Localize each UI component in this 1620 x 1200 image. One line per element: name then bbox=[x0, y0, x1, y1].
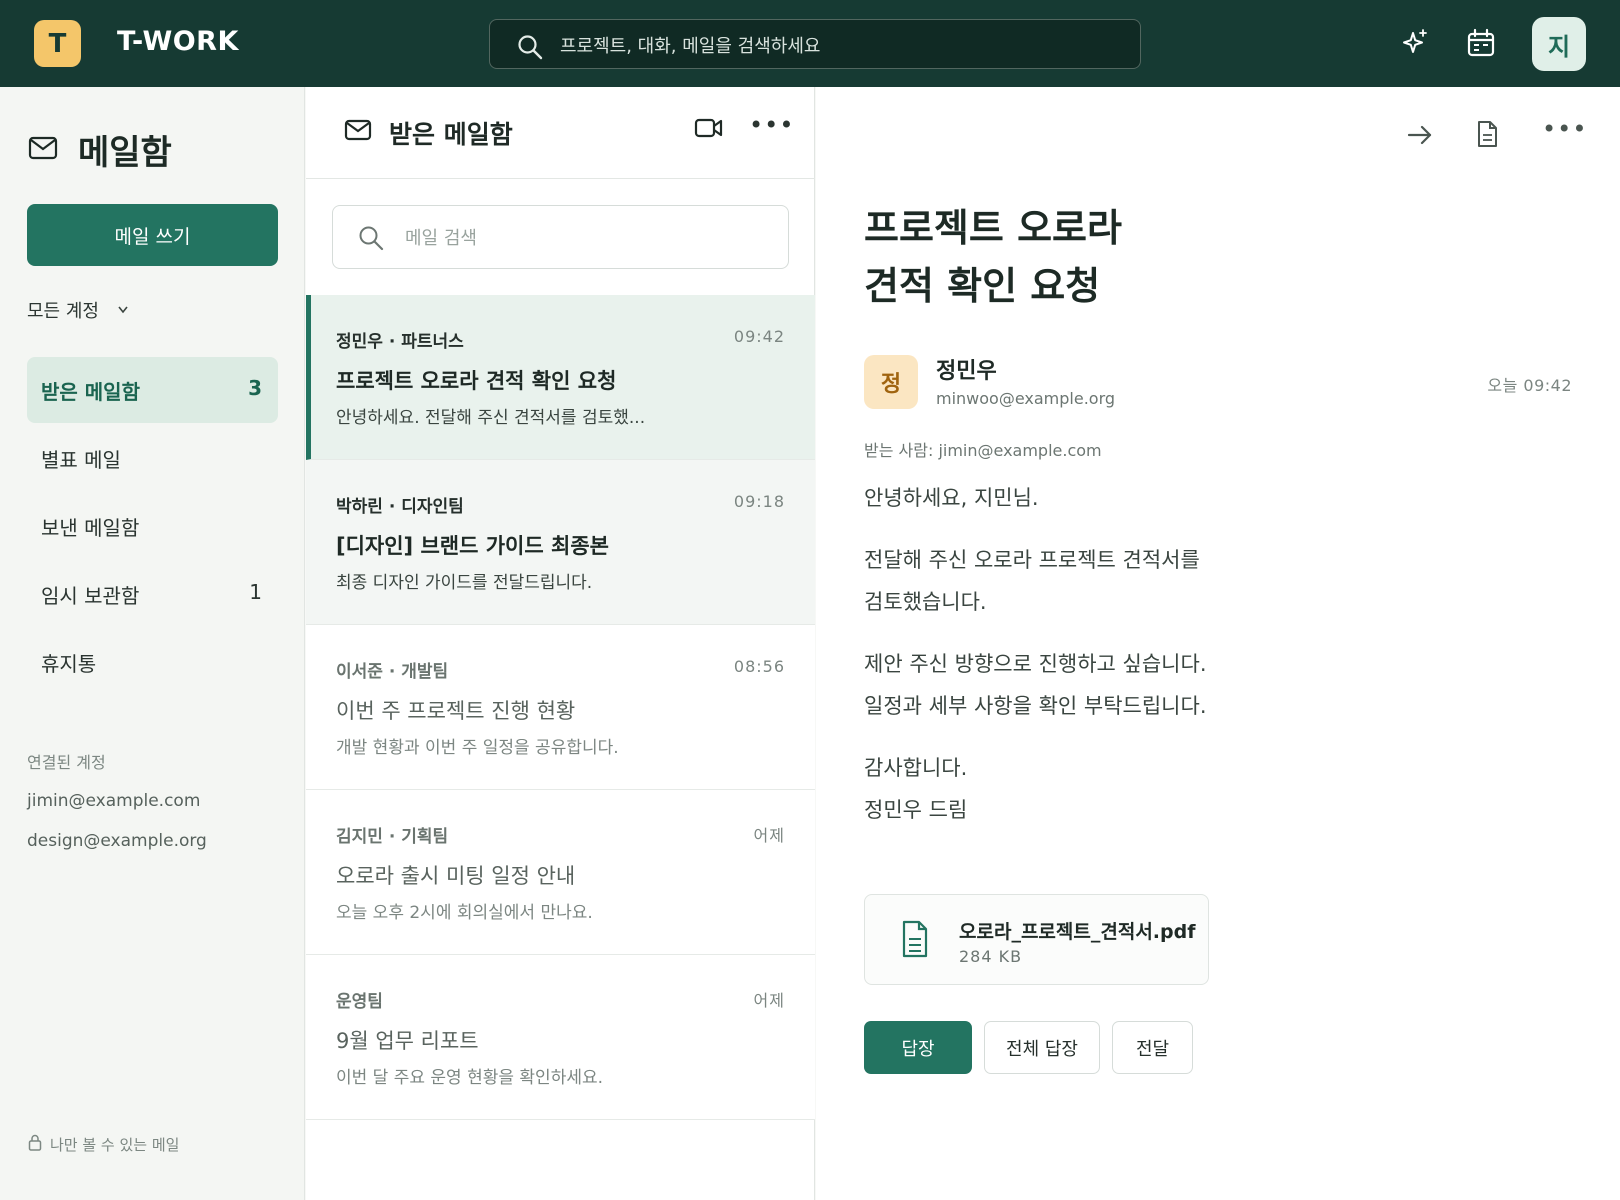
attachment-size: 284 KB bbox=[959, 947, 1023, 966]
mail-subject: [디자인] 브랜드 가이드 최종본 bbox=[336, 534, 609, 558]
sender-email: minwoo@example.org bbox=[936, 389, 1116, 408]
mail-subject-line: 프로젝트 오로라 bbox=[864, 206, 1122, 250]
forward-arrow-icon[interactable] bbox=[1406, 123, 1434, 151]
body-line: 검토했습니다. bbox=[864, 590, 987, 614]
linked-account[interactable]: jimin@example.com bbox=[27, 791, 200, 811]
attachment-name: 오로라_프로젝트_견적서.pdf bbox=[959, 921, 1196, 943]
sidebar-item-label: 별표 메일 bbox=[41, 448, 121, 472]
sidebar-title: 메일함 bbox=[78, 133, 172, 173]
account-select[interactable]: 모든 계정 bbox=[27, 297, 99, 323]
body-line: 안녕하세요, 지민님. bbox=[864, 486, 1039, 510]
lock-icon bbox=[28, 1134, 42, 1155]
sender-avatar: 정 bbox=[864, 355, 918, 409]
search-icon bbox=[357, 224, 385, 256]
mail-list-item[interactable]: 박하린 · 디자인팀 09:18 [디자인] 브랜드 가이드 최종본 최종 디자… bbox=[306, 460, 815, 625]
mail-preview: 최종 디자인 가이드를 전달드립니다. bbox=[336, 573, 593, 593]
mail-list-item[interactable]: 운영팀 어제 9월 업무 리포트 이번 달 주요 운영 현황을 확인하세요. bbox=[306, 955, 815, 1120]
sidebar-item-label: 임시 보관함 bbox=[41, 584, 140, 608]
mail-list-item[interactable]: 정민우 · 파트너스 09:42 프로젝트 오로라 견적 확인 요청 안녕하세요… bbox=[306, 295, 815, 460]
app-logo[interactable]: T bbox=[34, 20, 81, 67]
ai-sparkle-icon[interactable] bbox=[1396, 24, 1434, 62]
more-options-icon[interactable]: ••• bbox=[1542, 115, 1587, 143]
mail-time: 어제 bbox=[753, 826, 785, 845]
mail-icon bbox=[344, 119, 372, 145]
sidebar-item-label: 보낸 메일함 bbox=[41, 516, 140, 540]
mail-subject: 오로라 출시 미팅 일정 안내 bbox=[336, 864, 576, 888]
mail-preview: 이번 달 주요 운영 현황을 확인하세요. bbox=[336, 1068, 604, 1088]
mail-subject: 9월 업무 리포트 bbox=[336, 1029, 479, 1053]
mail-received-time: 오늘 09:42 bbox=[1487, 376, 1572, 395]
sidebar-item-label: 받은 메일함 bbox=[41, 380, 140, 404]
linked-account[interactable]: design@example.org bbox=[27, 831, 207, 851]
sidebar-item-sent[interactable]: 보낸 메일함 bbox=[27, 493, 278, 559]
draft-count-badge: 1 bbox=[249, 580, 262, 604]
global-search-input[interactable]: 프로젝트, 대화, 메일을 검색하세요 bbox=[489, 19, 1141, 69]
compose-button[interactable]: 메일 쓰기 bbox=[27, 204, 278, 266]
body-line: 정민우 드림 bbox=[864, 798, 968, 822]
mail-time: 어제 bbox=[753, 991, 785, 1010]
mail-preview: 오늘 오후 2시에 회의실에서 만나요. bbox=[336, 903, 593, 923]
attachment-card[interactable]: 오로라_프로젝트_견적서.pdf 284 KB bbox=[864, 894, 1209, 985]
mail-icon bbox=[28, 136, 58, 164]
sidebar-item-trash[interactable]: 휴지통 bbox=[27, 629, 278, 695]
private-note: 나만 볼 수 있는 메일 bbox=[28, 1134, 179, 1155]
unread-count-badge: 3 bbox=[248, 376, 262, 400]
linked-accounts-label: 연결된 계정 bbox=[27, 753, 106, 772]
reply-all-button[interactable]: 전체 답장 bbox=[984, 1021, 1100, 1074]
mail-sender: 박하린 · 디자인팀 bbox=[336, 497, 464, 517]
mail-preview: 개발 현황과 이번 주 일정을 공유합니다. bbox=[336, 738, 619, 758]
body-line: 제안 주신 방향으로 진행하고 싶습니다. bbox=[864, 652, 1207, 676]
mail-search-placeholder: 메일 검색 bbox=[405, 228, 477, 249]
more-options-icon[interactable]: ••• bbox=[749, 111, 794, 139]
sidebar-item-inbox[interactable]: 받은 메일함 3 bbox=[27, 357, 278, 423]
video-icon[interactable] bbox=[694, 117, 724, 143]
app-title: T-WORK bbox=[117, 26, 239, 57]
mail-sender: 운영팀 bbox=[336, 992, 383, 1012]
document-icon[interactable] bbox=[1476, 120, 1498, 152]
forward-button[interactable]: 전달 bbox=[1112, 1021, 1193, 1074]
mail-time: 09:18 bbox=[733, 492, 785, 511]
reply-button[interactable]: 답장 bbox=[864, 1021, 972, 1074]
sender-name[interactable]: 정민우 bbox=[936, 353, 997, 385]
reading-pane: ••• 프로젝트 오로라 견적 확인 요청 정 정민우 minwoo@examp… bbox=[816, 87, 1620, 1200]
body-line: 일정과 세부 사항을 확인 부탁드립니다. bbox=[864, 694, 1207, 718]
sidebar-header: 메일함 bbox=[28, 125, 172, 174]
mail-search-input[interactable]: 메일 검색 bbox=[332, 205, 789, 269]
mail-sender: 정민우 · 파트너스 bbox=[336, 332, 464, 352]
mail-subject: 이번 주 프로젝트 진행 현황 bbox=[336, 699, 576, 723]
recipient-line: 받는 사람: jimin@example.com bbox=[864, 441, 1102, 460]
mail-list-title: 받은 메일함 bbox=[389, 120, 513, 149]
sidebar-item-drafts[interactable]: 임시 보관함 1 bbox=[27, 561, 278, 627]
mail-subject-heading: 프로젝트 오로라 견적 확인 요청 bbox=[864, 199, 1284, 315]
calendar-icon[interactable] bbox=[1462, 24, 1500, 62]
body-line: 전달해 주신 오로라 프로젝트 견적서를 bbox=[864, 548, 1200, 572]
chevron-down-icon[interactable] bbox=[117, 303, 129, 318]
mail-subject: 프로젝트 오로라 견적 확인 요청 bbox=[336, 369, 617, 393]
mail-time: 09:42 bbox=[733, 327, 785, 346]
sidebar-item-starred[interactable]: 별표 메일 bbox=[27, 425, 278, 491]
mail-sender: 김지민 · 기획팀 bbox=[336, 827, 449, 847]
search-icon bbox=[516, 33, 544, 65]
mail-list-item[interactable]: 김지민 · 기획팀 어제 오로라 출시 미팅 일정 안내 오늘 오후 2시에 회… bbox=[306, 790, 815, 955]
sidebar-item-label: 휴지통 bbox=[41, 652, 97, 676]
mail-preview: 안녕하세요. 전달해 주신 견적서를 검토했... bbox=[336, 408, 646, 428]
mail-subject-line: 견적 확인 요청 bbox=[864, 264, 1101, 308]
sidebar: 메일함 메일 쓰기 모든 계정 받은 메일함 3 별표 메일 보낸 메일함 임시… bbox=[0, 87, 305, 1200]
private-note-text: 나만 볼 수 있는 메일 bbox=[50, 1136, 180, 1154]
body-line: 감사합니다. bbox=[864, 756, 968, 780]
mail-list-item[interactable]: 이서준 · 개발팀 08:56 이번 주 프로젝트 진행 현황 개발 현황과 이… bbox=[306, 625, 815, 790]
global-search-placeholder: 프로젝트, 대화, 메일을 검색하세요 bbox=[560, 36, 821, 57]
file-icon bbox=[901, 920, 929, 962]
mail-list-header: 받은 메일함 ••• bbox=[306, 87, 815, 179]
mail-list-pane: 받은 메일함 ••• 메일 검색 정민우 · 파트너스 09:42 프로젝트 오… bbox=[306, 87, 815, 1200]
mail-sender: 이서준 · 개발팀 bbox=[336, 662, 449, 682]
top-bar: T T-WORK 프로젝트, 대화, 메일을 검색하세요 지 bbox=[0, 0, 1620, 87]
user-avatar[interactable]: 지 bbox=[1532, 17, 1586, 71]
mail-time: 08:56 bbox=[733, 657, 785, 676]
